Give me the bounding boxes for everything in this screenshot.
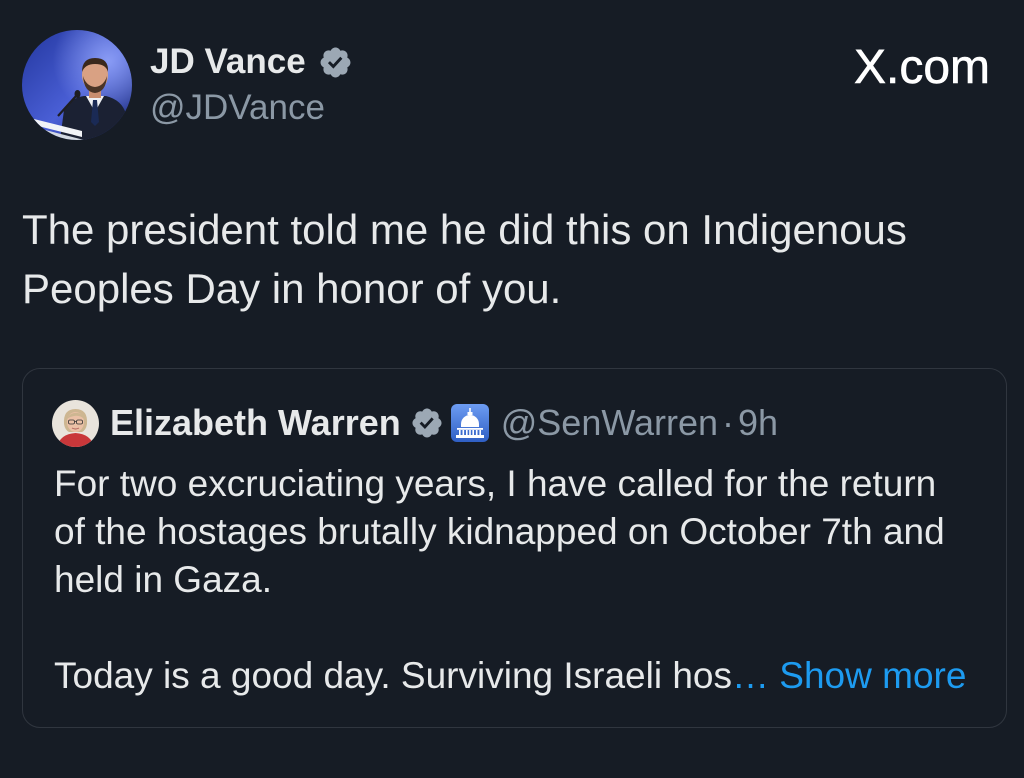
avatar-photo	[52, 400, 99, 447]
quoted-text-line: held in Gaza.	[54, 559, 273, 600]
quoted-text-last-line: Today is a good day. Surviving Israeli h…	[54, 652, 966, 700]
post-text-line: Peoples Day in honor of you.	[22, 265, 562, 312]
quoted-text-truncated: Today is a good day. Surviving Israeli h…	[54, 655, 733, 696]
paragraph-break	[54, 604, 966, 652]
author-name[interactable]: JD Vance	[150, 42, 306, 82]
show-more-link[interactable]: Show more	[779, 655, 966, 696]
quoted-post-text: For two excruciating years, I have calle…	[54, 460, 966, 700]
quoted-post-header: Elizabeth Warren @SenWarren · 9h	[110, 402, 778, 444]
verified-badge-icon[interactable]	[410, 406, 444, 440]
quoted-text-line: For two excruciating years, I have calle…	[54, 463, 937, 504]
author-handle[interactable]: @JDVance	[150, 88, 325, 128]
quoted-author-name[interactable]: Elizabeth Warren	[110, 402, 401, 444]
quoted-post-card[interactable]: Elizabeth Warren @SenWarren · 9h For two…	[22, 368, 1007, 728]
us-capitol-icon[interactable]	[450, 403, 490, 443]
quoted-author-avatar[interactable]	[52, 400, 99, 447]
post-timestamp[interactable]: 9h	[738, 402, 778, 444]
post-text: The president told me he did this on Ind…	[22, 200, 907, 318]
avatar-photo	[22, 30, 132, 140]
quoted-author-handle[interactable]: @SenWarren	[501, 402, 718, 444]
post-text-line: The president told me he did this on Ind…	[22, 206, 907, 253]
separator-dot: ·	[722, 402, 735, 443]
verified-badge-icon[interactable]	[318, 45, 353, 80]
author-avatar[interactable]	[22, 30, 132, 140]
truncation-ellipsis: …	[732, 655, 770, 696]
brand-domain: X.com	[853, 41, 991, 95]
quoted-text-line: of the hostages brutally kidnapped on Oc…	[54, 511, 945, 552]
